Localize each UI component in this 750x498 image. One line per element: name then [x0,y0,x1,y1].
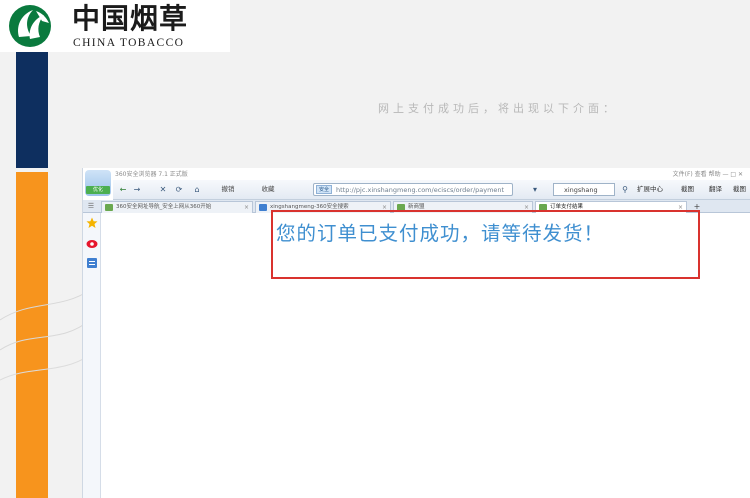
china-tobacco-logo: 中国烟草 CHINA TOBACCO [0,0,230,52]
browser-title: 360安全浏览器 7.1 正式版 [115,171,188,178]
address-text[interactable]: http://pjc.xinshangmeng.com/eciscs/order… [336,186,504,194]
forward-button[interactable]: → [131,183,143,196]
logo-english-text: CHINA TOBACCO [73,37,185,49]
tobacco-leaf-icon [9,5,51,47]
tab-close-icon[interactable]: × [244,202,249,213]
browser-sidebar [83,213,101,498]
browser-title-bar: 360安全浏览器 7.1 正式版 文件(F) 查看 帮助 — □ ✕ [83,168,750,180]
screenshot-button[interactable]: 截图 [681,183,694,196]
address-bar[interactable]: 安全 http://pjc.xinshangmeng.com/eciscs/or… [313,183,513,196]
translate-button[interactable]: 翻译 [709,183,722,196]
slide: 中国烟草 CHINA TOBACCO 网上支付成功后，将出现以下介面： 360安… [0,0,750,498]
refresh-button[interactable]: ⟳ [173,183,185,196]
weibo-icon[interactable] [86,237,98,249]
window-controls[interactable]: 文件(F) 查看 帮助 — □ ✕ [673,169,743,178]
favorites-button[interactable]: 收藏 [253,183,283,196]
decorative-lines [0,289,90,381]
back-button[interactable]: ← [117,183,129,196]
search-text[interactable]: xingshang [564,186,598,194]
home-button[interactable]: ⌂ [191,183,203,196]
extension-center-button[interactable]: 扩展中心 [637,183,663,196]
stop-button[interactable]: ✕ [157,183,169,196]
payment-success-message: 您的订单已支付成功，请等待发货！ [276,222,605,245]
security-tag: 安全 [316,185,332,194]
search-icon[interactable]: ⚲ [619,183,631,196]
navy-side-bar [16,52,48,168]
browser-toolbar: ← → ✕ ⟳ ⌂ 撤销 收藏 安全 http://pjc.xinshangme… [113,180,750,200]
browser-logo-icon[interactable]: 优化 [85,170,111,196]
tab-favicon [105,204,113,211]
notepad-icon[interactable] [86,257,98,269]
tab-label: 360安全网址导航_安全上网从360开始 [116,204,212,210]
tab-list-icon[interactable]: ☰ [85,201,97,212]
slide-caption: 网上支付成功后，将出现以下介面： [378,102,618,115]
tab-favicon [259,204,267,211]
logo-chinese-text: 中国烟草 [72,2,189,35]
undo-button[interactable]: 撤销 [213,183,243,196]
star-icon[interactable] [86,217,98,229]
tab-360-nav[interactable]: 360安全网址导航_安全上网从360开始 × [101,201,253,213]
capture-button[interactable]: 截图 [733,183,746,196]
dropdown-icon[interactable]: ▾ [529,183,541,196]
search-input[interactable]: xingshang [553,183,615,196]
browser-badge: 优化 [86,186,110,194]
